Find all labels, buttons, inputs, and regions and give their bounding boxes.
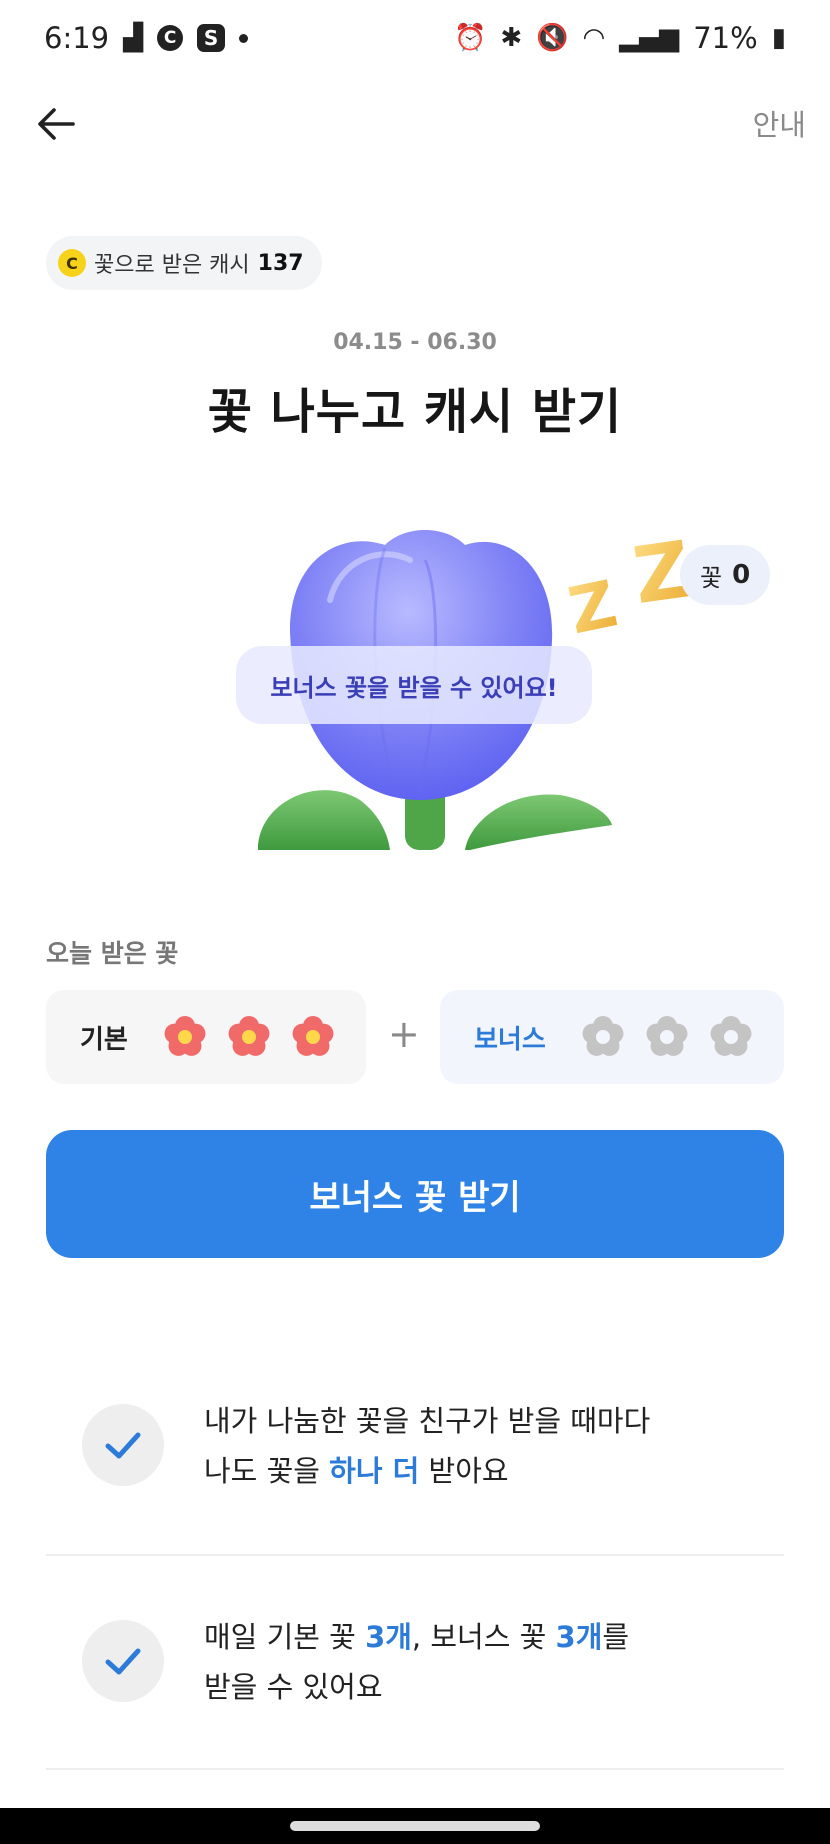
bonus-flowers-label: 보너스 [474,1024,546,1055]
notification-dot-icon [239,33,249,43]
app-bar: 안내 [0,88,830,160]
flower-received-icon [228,1016,270,1056]
signal-icon: ▂▄▆ [619,23,680,53]
info-highlight: 하나 더 [329,1454,420,1488]
basic-flowers-box: 기본 [46,990,366,1084]
info-text-part: 매일 기본 꽃 [204,1620,366,1654]
status-right: ⏰ ✱ 🔇 ◠ ▂▄▆ 71% ▮ [454,21,786,55]
flower-count-badge: 꽃 0 [680,545,771,605]
zzz-icon: Z [563,567,624,649]
cash-earned-value: 137 [257,250,304,276]
info-text-part: 나도 꽃을 [204,1454,330,1488]
home-handle[interactable] [290,1821,540,1831]
check-badge [82,1404,164,1486]
status-left: 6:19 ▟ C S [44,21,249,55]
bonus-available-message: 보너스 꽃을 받을 수 있어요! [236,646,592,724]
status-time: 6:19 [44,21,110,55]
flower-received-icon [164,1016,206,1056]
info-line: 나도 꽃을 하나 더 받아요 [204,1446,650,1496]
basic-flowers-label: 기본 [80,1024,128,1055]
guide-button[interactable]: 안내 [753,102,806,144]
bluetooth-icon: ✱ [500,23,523,53]
bonus-flowers-box: 보너스 [440,990,784,1084]
battery-icon: ▮ [771,23,786,53]
info-text-part: 를 [602,1620,630,1654]
info-line: 내가 나눔한 꽃을 친구가 받을 때마다 [204,1404,651,1438]
alarm-icon: ⏰ [453,23,487,53]
info-text: 매일 기본 꽃 3개, 보너스 꽃 3개를 받을 수 있어요 [204,1612,629,1712]
basic-flower-slots [160,1012,338,1062]
mute-icon: 🔇 [536,23,569,53]
divider [46,1768,784,1770]
page-title: 꽃 나누고 캐시 받기 [207,384,623,440]
flower-received-icon [292,1016,334,1056]
flower-empty-icon [646,1016,688,1056]
back-arrow-icon [38,108,75,140]
get-bonus-flower-button[interactable]: 보너스 꽃 받기 [46,1130,784,1258]
event-period: 04.15 - 06.30 [333,330,497,355]
coin-icon: C [58,249,86,277]
signal-steps-icon: ▟ [123,23,144,53]
flower-count-label: 꽃 [700,563,723,592]
bonus-flower-slots [578,1012,756,1062]
back-button[interactable] [30,98,82,150]
flower-count-value: 0 [732,560,751,590]
status-bar: 6:19 ▟ C S ⏰ ✱ 🔇 ◠ ▂▄▆ 71% ▮ [0,0,830,76]
s-app-icon: S [197,24,226,52]
info-text: 내가 나눔한 꽃을 친구가 받을 때마다 나도 꽃을 하나 더 받아요 [204,1396,650,1496]
plus-sign: + [388,1012,420,1056]
today-flowers-label: 오늘 받은 꽃 [46,939,179,968]
flower-empty-icon [710,1016,752,1056]
cash-earned-label: 꽃으로 받은 캐시 [94,253,250,278]
info-text-part: 받아요 [419,1454,509,1488]
info-text-part: , 보너스 꽃 [411,1620,556,1654]
info-line: 받을 수 있어요 [204,1670,383,1704]
divider [46,1554,784,1556]
hero-illustration: Z Z 보너스 꽃을 받을 수 있어요! 꽃 0 [0,500,830,850]
check-icon [105,1432,141,1459]
cash-earned-chip[interactable]: C 꽃으로 받은 캐시 137 [46,236,322,290]
check-icon [105,1648,141,1675]
battery-percent: 71% [693,21,758,55]
info-line: 매일 기본 꽃 3개, 보너스 꽃 3개를 [204,1612,629,1662]
wifi-icon: ◠ [582,23,606,53]
info-highlight: 3개 [365,1620,412,1654]
flower-empty-icon [582,1016,624,1056]
info-highlight: 3개 [555,1620,603,1654]
c-app-icon: C [157,25,184,51]
check-badge [82,1620,164,1702]
